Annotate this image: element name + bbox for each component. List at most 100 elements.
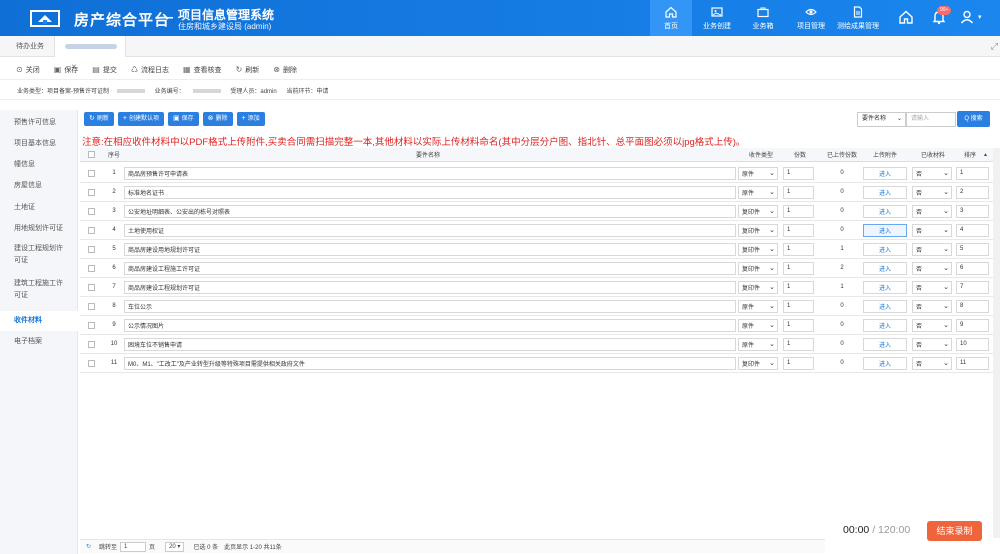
enter-upload-link[interactable]: 进入 [863,299,907,313]
add-button[interactable]: + 添加 [236,112,265,126]
row-name[interactable]: 车位公示 [124,299,736,313]
enter-upload-link[interactable]: 进入 [863,356,907,370]
row-copies-cell[interactable]: 1 [783,202,814,220]
row-order-cell[interactable]: 7 [956,278,989,296]
row-attach-cell[interactable]: 进入 [863,183,907,201]
received-select[interactable]: 否 ⌄ [912,185,952,199]
row-attach-cell[interactable]: 进入 [863,240,907,258]
row-order-cell[interactable]: 9 [956,316,989,334]
row-name-cell[interactable]: 标准地名证书 [124,183,736,201]
row-attach-cell[interactable]: 进入 [863,259,907,277]
row-attach-cell[interactable]: 进入 [863,278,907,296]
sidebar-item-construction-permit[interactable]: 建筑工程施工许可证 [0,278,64,302]
type-select[interactable]: 复印件 ⌄ [738,261,778,275]
copies-input[interactable]: 1 [783,356,814,370]
close-button[interactable]: ⊙ 关闭 [16,65,40,75]
type-select[interactable]: 复印件 ⌄ [738,242,778,256]
order-input[interactable]: 4 [956,223,989,237]
sidebar-item-e-archive[interactable]: 电子档案 [0,336,78,348]
table-row[interactable]: 11 M0、M1、"工改工"及产业转型升级等特殊项目需提供相关政府文件 复印件 ⌄ 1 0… [80,354,993,373]
received-select[interactable]: 否 ⌄ [912,337,952,351]
row-type-cell[interactable]: 原件 ⌄ [738,335,778,353]
row-type-cell[interactable]: 复印件 ⌄ [738,240,778,258]
order-input[interactable]: 2 [956,185,989,199]
row-attach-cell[interactable]: 进入 [863,316,907,334]
type-select[interactable]: 原件 ⌄ [738,299,778,313]
table-row[interactable]: 4 土地使用权证 复印件 ⌄ 1 0 进入否 ⌄ 4 [80,221,993,240]
row-checkbox[interactable] [88,316,95,334]
order-input[interactable]: 3 [956,204,989,218]
row-checkbox[interactable] [88,278,95,296]
row-name-cell[interactable]: 商品房预售许可申请表 [124,164,736,182]
grid-delete-button[interactable]: ⊗ 删除 [202,112,233,126]
row-checkbox[interactable] [88,183,95,201]
sidebar-item-presale-permit[interactable]: 预售许可信息 [0,117,78,129]
row-copies-cell[interactable]: 1 [783,278,814,296]
enter-upload-link[interactable]: 进入 [863,166,907,180]
sidebar-item-construction-planning[interactable]: 建设工程规划许可证 [0,243,64,267]
submit-button[interactable]: ▤ 提交 [92,65,117,75]
row-copies-cell[interactable]: 1 [783,316,814,334]
row-name-cell[interactable]: 商品房建设工程施工许可证 [124,259,736,277]
search-field-select[interactable]: 要件名称 ⌄ [857,112,906,127]
received-select[interactable]: 否 ⌄ [912,299,952,313]
sidebar-item-project-info[interactable]: 项目基本信息 [0,138,78,150]
grid-save-button[interactable]: ▣ 保存 [168,112,199,126]
row-type-cell[interactable]: 原件 ⌄ [738,297,778,315]
enter-upload-link[interactable]: 进入 [863,223,907,237]
copies-input[interactable]: 1 [783,318,814,332]
received-select[interactable]: 否 ⌄ [912,166,952,180]
page-input[interactable]: 1 [120,541,147,552]
enter-upload-link[interactable]: 进入 [863,280,907,294]
nav-survey-results[interactable]: 测绘成果管理 [834,0,882,36]
row-order-cell[interactable]: 11 [956,354,989,372]
row-name[interactable]: 商品房建设用地规划许可证 [124,242,736,256]
row-type-cell[interactable]: 复印件 ⌄ [738,259,778,277]
row-type-cell[interactable]: 复印件 ⌄ [738,202,778,220]
row-type-cell[interactable]: 复印件 ⌄ [738,354,778,372]
row-received-cell[interactable]: 否 ⌄ [912,316,952,334]
order-input[interactable]: 5 [956,242,989,256]
table-row[interactable]: 1 商品房预售许可申请表 原件 ⌄ 1 0 进入否 ⌄ 1 [80,164,993,183]
row-order-cell[interactable]: 6 [956,259,989,277]
row-received-cell[interactable]: 否 ⌄ [912,221,952,239]
row-order-cell[interactable]: 8 [956,297,989,315]
row-type-cell[interactable]: 原件 ⌄ [738,164,778,182]
row-checkbox[interactable] [88,354,95,372]
row-attach-cell[interactable]: 进入 [863,202,907,220]
enter-upload-link[interactable]: 进入 [863,185,907,199]
row-checkbox[interactable] [88,240,95,258]
create-default-button[interactable]: + 创建默认项 [117,112,164,126]
row-name[interactable]: 商品房建设工程施工许可证 [124,261,736,275]
row-received-cell[interactable]: 否 ⌄ [912,240,952,258]
enter-upload-link[interactable]: 进入 [863,337,907,351]
table-row[interactable]: 3 公安地址明细表、公安出的栋号对照表 复印件 ⌄ 1 0 进入否 ⌄ 3 [80,202,993,221]
row-received-cell[interactable]: 否 ⌄ [912,335,952,353]
sidebar-item-house[interactable]: 房屋信息 [0,180,78,192]
grid-refresh-button[interactable]: ↻ 刷新 [84,112,114,126]
table-row[interactable]: 2 标准地名证书 原件 ⌄ 1 0 进入否 ⌄ 2 [80,183,993,202]
search-button[interactable]: Q 搜索 [957,111,990,127]
row-order-cell[interactable]: 3 [956,202,989,220]
row-order-cell[interactable]: 2 [956,183,989,201]
row-name[interactable]: 土地使用权证 [124,223,736,237]
enter-upload-link[interactable]: 进入 [863,318,907,332]
row-name-cell[interactable]: 公安地址明细表、公安出的栋号对照表 [124,202,736,220]
save-button[interactable]: ▣ 保存 [54,65,79,75]
nav-project-manage[interactable]: 项目管理 [792,0,830,36]
refresh-icon[interactable]: ↻ [86,543,91,550]
copies-input[interactable]: 1 [783,337,814,351]
table-row[interactable]: 7 商品房建设工程规划许可证 复印件 ⌄ 1 1 进入否 ⌄ 7 [80,278,993,297]
row-attach-cell[interactable]: 进入 [863,335,907,353]
received-select[interactable]: 否 ⌄ [912,261,952,275]
row-copies-cell[interactable]: 1 [783,335,814,353]
received-select[interactable]: 否 ⌄ [912,223,952,237]
page-size-select[interactable]: 20 ▾ [165,541,185,552]
view-check-button[interactable]: ▦ 查看核查 [183,65,222,75]
row-received-cell[interactable]: 否 ⌄ [912,164,952,182]
type-select[interactable]: 原件 ⌄ [738,337,778,351]
received-select[interactable]: 否 ⌄ [912,356,952,370]
row-copies-cell[interactable]: 1 [783,354,814,372]
copies-input[interactable]: 1 [783,185,814,199]
row-order-cell[interactable]: 4 [956,221,989,239]
